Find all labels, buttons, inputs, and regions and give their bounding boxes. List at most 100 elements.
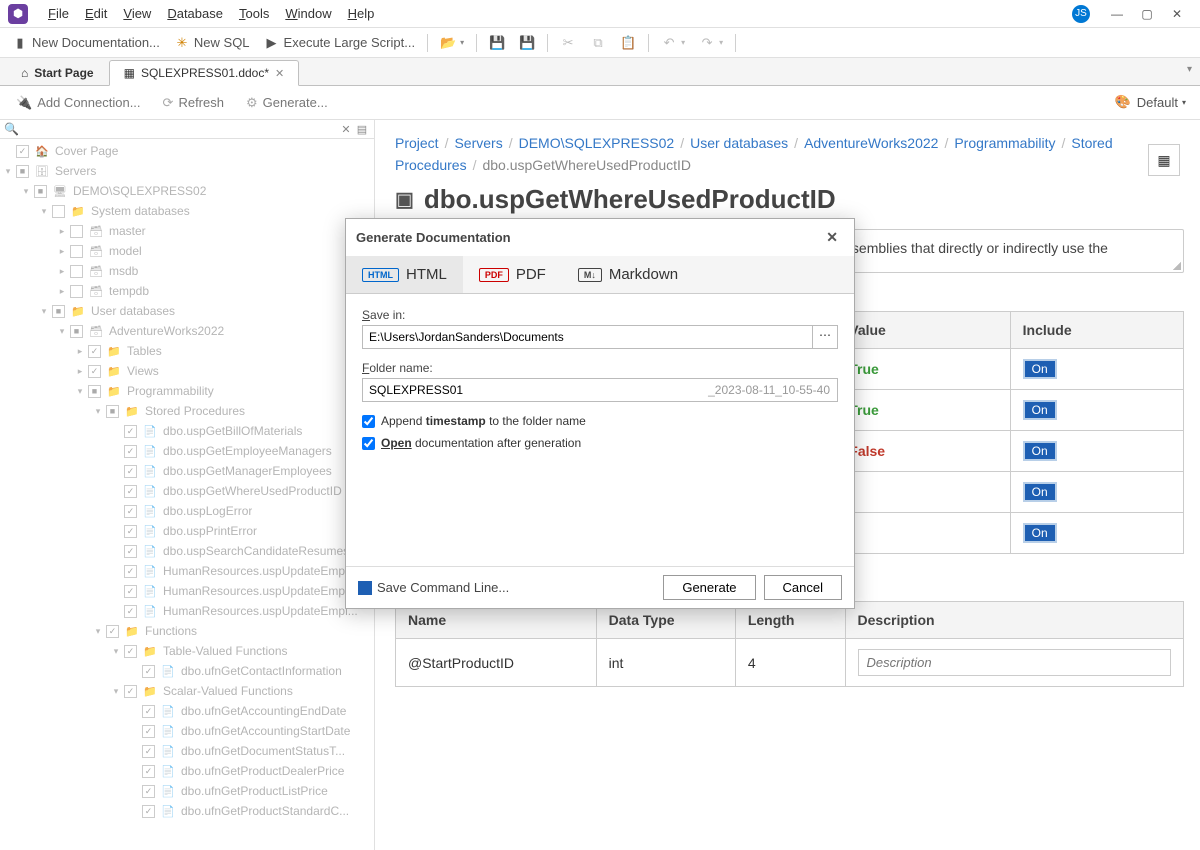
menu-view[interactable]: View [115, 4, 159, 23]
checkbox[interactable]: ✓ [124, 445, 137, 458]
tab-document[interactable]: ▦SQLEXPRESS01.ddoc*✕ [109, 60, 300, 86]
checkbox[interactable] [52, 205, 65, 218]
tab-markdown[interactable]: M↓Markdown [562, 256, 694, 293]
checkbox[interactable]: ✓ [142, 745, 155, 758]
redo-button[interactable]: ↷▾ [693, 32, 729, 54]
tree-node[interactable]: ▾✓📁Functions [0, 621, 374, 641]
expand-icon[interactable]: ▾ [110, 646, 122, 657]
expand-icon[interactable]: ▸ [56, 226, 68, 237]
add-connection-button[interactable]: 🔌Add Connection... [8, 91, 149, 115]
tab-close-icon[interactable]: ✕ [275, 67, 284, 80]
checkbox[interactable]: ✓ [88, 365, 101, 378]
expand-icon[interactable]: ▾ [56, 326, 68, 337]
tree-node[interactable]: ✓📄dbo.ufnGetProductStandardC... [0, 801, 374, 821]
browse-button[interactable]: ⋯ [813, 325, 838, 349]
include-toggle[interactable]: On [1023, 441, 1057, 461]
tree-node[interactable]: ▾✓📁Table-Valued Functions [0, 641, 374, 661]
maximize-button[interactable]: ▢ [1132, 4, 1162, 24]
execute-script-button[interactable]: ▶Execute Large Script... [258, 32, 422, 54]
menu-edit[interactable]: Edit [77, 4, 115, 23]
tree-node[interactable]: ▾■📁User databases [0, 301, 374, 321]
checkbox[interactable]: ✓ [124, 485, 137, 498]
tree-node[interactable]: ✓📄dbo.uspPrintError [0, 521, 374, 541]
expand-icon[interactable]: ▾ [20, 186, 32, 197]
expand-icon[interactable]: ▸ [56, 266, 68, 277]
checkbox[interactable]: ✓ [142, 665, 155, 678]
checkbox[interactable]: ✓ [124, 645, 137, 658]
tree-search-input[interactable] [20, 122, 338, 136]
expand-icon[interactable]: ▸ [56, 246, 68, 257]
user-badge[interactable]: JS [1072, 5, 1090, 23]
breadcrumb-link[interactable]: Programmability [954, 135, 1055, 151]
checkbox[interactable]: ■ [34, 185, 47, 198]
expand-icon[interactable]: ▾ [110, 686, 122, 697]
tree-node[interactable]: ✓📄dbo.uspGetWhereUsedProductID [0, 481, 374, 501]
clear-search-icon[interactable]: ✕ [338, 123, 354, 136]
tree-node[interactable]: ✓📄HumanResources.uspUpdateEmpl... [0, 581, 374, 601]
refresh-button[interactable]: ⟳Refresh [155, 91, 232, 115]
tree-node[interactable]: ✓📄dbo.uspSearchCandidateResumes [0, 541, 374, 561]
save-in-input[interactable] [362, 325, 813, 349]
append-timestamp-checkbox[interactable]: Append timestamp to the folder name [362, 414, 838, 428]
tree-node[interactable]: ✓📄HumanResources.uspUpdateEmpl... [0, 601, 374, 621]
tree-node[interactable]: ✓📄dbo.uspLogError [0, 501, 374, 521]
dialog-close-button[interactable]: ✕ [820, 227, 844, 248]
paste-button[interactable]: 📋 [614, 32, 642, 54]
tree-node[interactable]: ✓📄dbo.ufnGetProductListPrice [0, 781, 374, 801]
checkbox[interactable]: ✓ [124, 605, 137, 618]
cancel-button[interactable]: Cancel [764, 575, 842, 600]
tree-node[interactable]: ▸✓📁Views [0, 361, 374, 381]
checkbox[interactable]: ✓ [142, 725, 155, 738]
tab-pdf[interactable]: PDFPDF [463, 256, 562, 293]
tab-start-page[interactable]: ⌂Start Page [6, 60, 109, 85]
undo-button[interactable]: ↶▾ [655, 32, 691, 54]
new-documentation-button[interactable]: ▮New Documentation... [6, 32, 166, 54]
expand-icon[interactable]: ▾ [38, 206, 50, 217]
include-toggle[interactable]: On [1023, 400, 1057, 420]
theme-selector[interactable]: 🎨Default▾ [1109, 91, 1192, 115]
checkbox[interactable]: ■ [52, 305, 65, 318]
include-toggle[interactable]: On [1023, 359, 1057, 379]
checkbox[interactable]: ■ [70, 325, 83, 338]
menu-database[interactable]: Database [159, 4, 231, 23]
menu-tools[interactable]: Tools [231, 4, 277, 23]
checkbox[interactable]: ✓ [124, 525, 137, 538]
checkbox[interactable]: ✓ [124, 565, 137, 578]
tree-node[interactable]: ▾■🖥DEMO\SQLEXPRESS02 [0, 181, 374, 201]
tree-node[interactable]: ▾■📁Stored Procedures [0, 401, 374, 421]
tree-node[interactable]: ▸🗃tempdb [0, 281, 374, 301]
tree-node[interactable]: ▸🗃msdb [0, 261, 374, 281]
tree-node[interactable]: ▾■📁Programmability [0, 381, 374, 401]
generate-confirm-button[interactable]: Generate [663, 575, 755, 600]
checkbox[interactable]: ✓ [88, 345, 101, 358]
tree-node[interactable]: ✓📄dbo.uspGetEmployeeManagers [0, 441, 374, 461]
checkbox[interactable]: ✓ [142, 705, 155, 718]
checkbox[interactable]: ✓ [142, 765, 155, 778]
checkbox[interactable]: ✓ [124, 545, 137, 558]
open-button[interactable]: 📂▾ [434, 32, 470, 54]
menu-file[interactable]: File [40, 4, 77, 23]
breadcrumb-link[interactable]: DEMO\SQLEXPRESS02 [519, 135, 675, 151]
menu-help[interactable]: Help [340, 4, 383, 23]
tree-node[interactable]: ▾✓📁Scalar-Valued Functions [0, 681, 374, 701]
close-button[interactable]: ✕ [1162, 4, 1192, 24]
tree-node[interactable]: ✓📄dbo.uspGetManagerEmployees [0, 461, 374, 481]
checkbox[interactable]: ■ [16, 165, 29, 178]
expand-icon[interactable]: ▾ [74, 386, 86, 397]
breadcrumb-link[interactable]: User databases [690, 135, 788, 151]
menu-window[interactable]: Window [277, 4, 339, 23]
save-command-line-button[interactable]: Save Command Line... [358, 580, 509, 595]
checkbox[interactable] [70, 285, 83, 298]
tree-node[interactable]: ✓🏠Cover Page [0, 141, 374, 161]
expand-icon[interactable]: ▾ [38, 306, 50, 317]
checkbox[interactable] [70, 245, 83, 258]
tree-node[interactable]: ▸🗃model [0, 241, 374, 261]
generate-button[interactable]: ⚙Generate... [238, 91, 336, 115]
expand-icon[interactable]: ▸ [74, 366, 86, 377]
breadcrumb-link[interactable]: AdventureWorks2022 [804, 135, 938, 151]
expand-icon[interactable]: ▸ [74, 346, 86, 357]
expand-icon[interactable]: ▸ [56, 286, 68, 297]
checkbox[interactable]: ✓ [124, 585, 137, 598]
include-toggle[interactable]: On [1023, 523, 1057, 543]
copy-button[interactable]: ⧉ [584, 32, 612, 54]
